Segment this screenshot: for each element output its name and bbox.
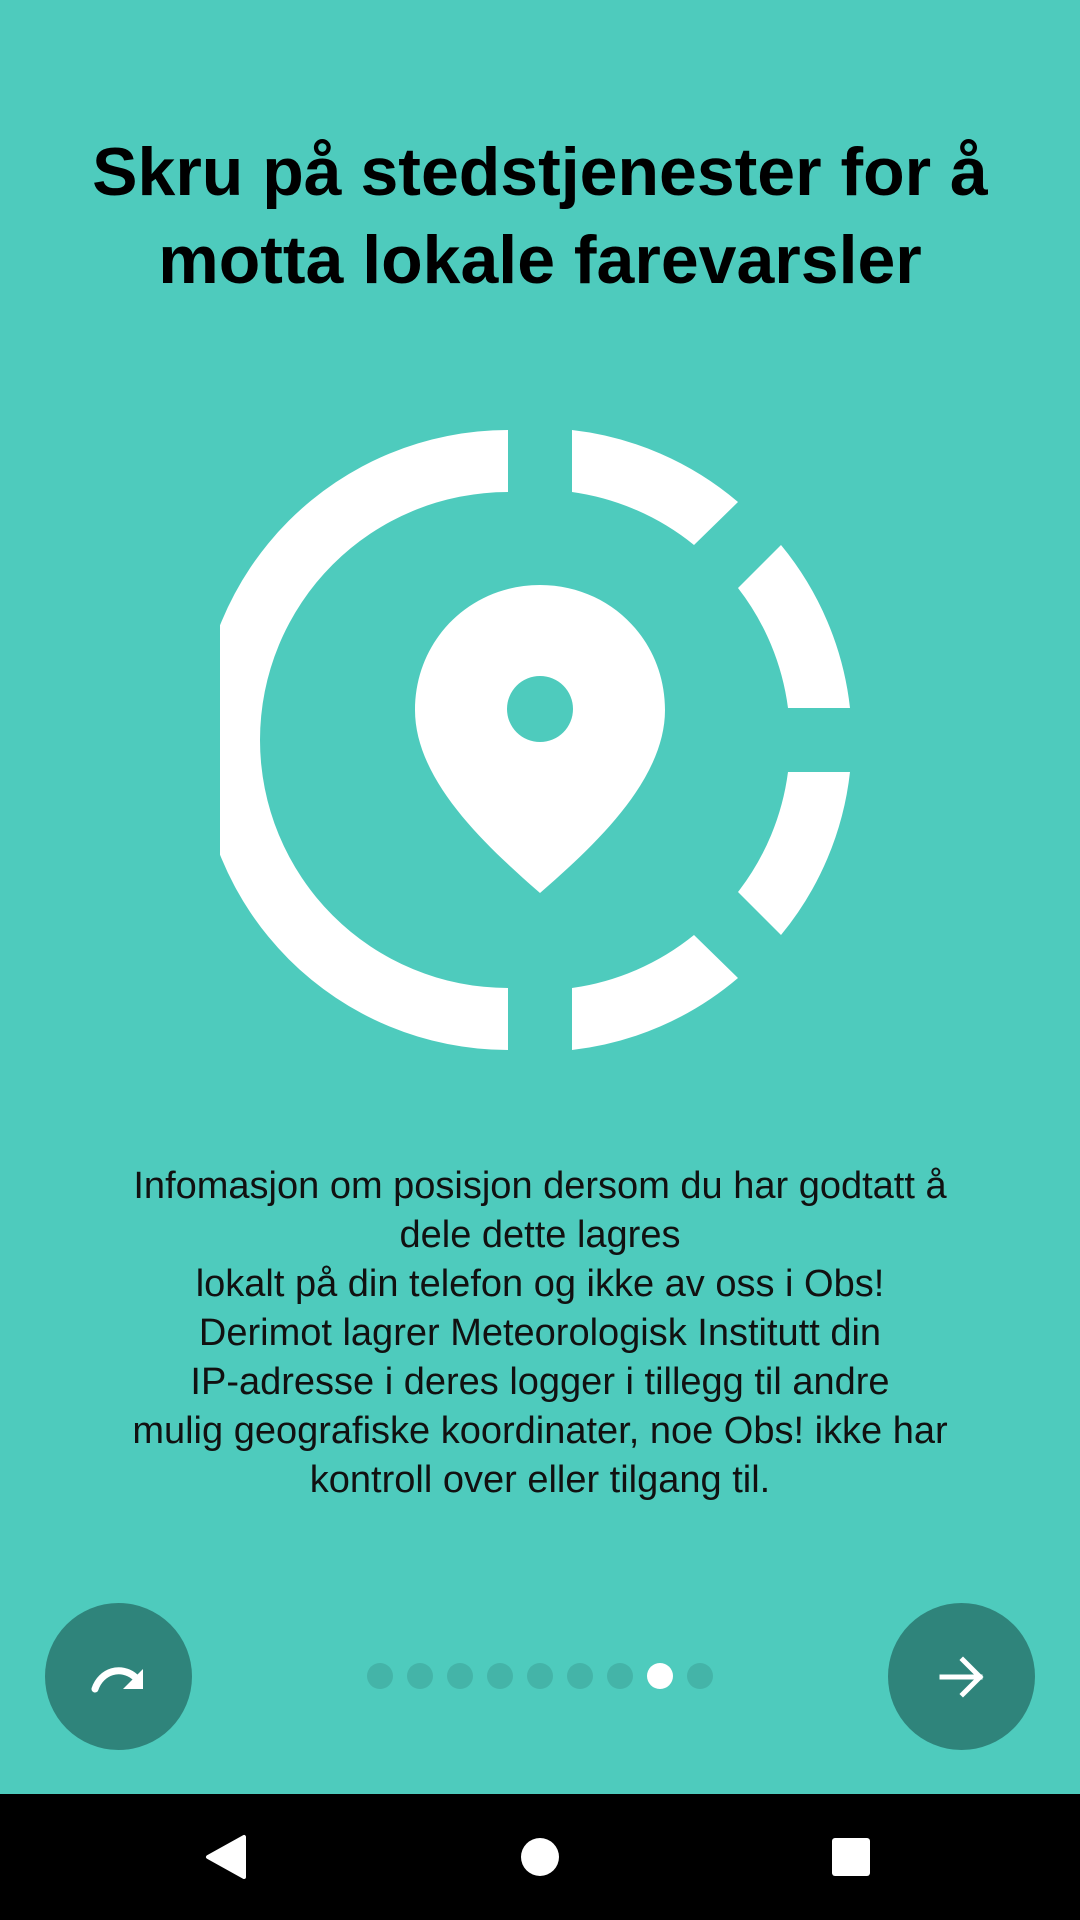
privacy-description: Infomasjon om posisjon dersom du har god… bbox=[132, 1165, 948, 1501]
home-circle-icon bbox=[521, 1838, 559, 1876]
page-dot bbox=[367, 1663, 393, 1689]
arrow-right-icon bbox=[939, 1655, 984, 1698]
system-navigation-bar bbox=[0, 1794, 1080, 1920]
page-dot bbox=[447, 1663, 473, 1689]
page-dot bbox=[407, 1663, 433, 1689]
page-dot bbox=[527, 1663, 553, 1689]
home-button[interactable] bbox=[480, 1794, 600, 1920]
page-title: Skru på stedstjenester for å motta lokal… bbox=[92, 134, 988, 298]
next-button[interactable] bbox=[888, 1603, 1035, 1750]
recents-square-icon bbox=[832, 1838, 870, 1876]
page-dot bbox=[567, 1663, 593, 1689]
onboarding-screen: Skru på stedstjenester for å motta lokal… bbox=[0, 0, 1080, 1920]
page-dot bbox=[607, 1663, 633, 1689]
page-dot bbox=[687, 1663, 713, 1689]
recents-button[interactable] bbox=[791, 1794, 911, 1920]
location-target-icon bbox=[220, 430, 850, 1050]
back-triangle-icon bbox=[206, 1835, 246, 1879]
page-dot-active bbox=[647, 1663, 673, 1689]
page-dot bbox=[487, 1663, 513, 1689]
back-button[interactable] bbox=[166, 1794, 286, 1920]
